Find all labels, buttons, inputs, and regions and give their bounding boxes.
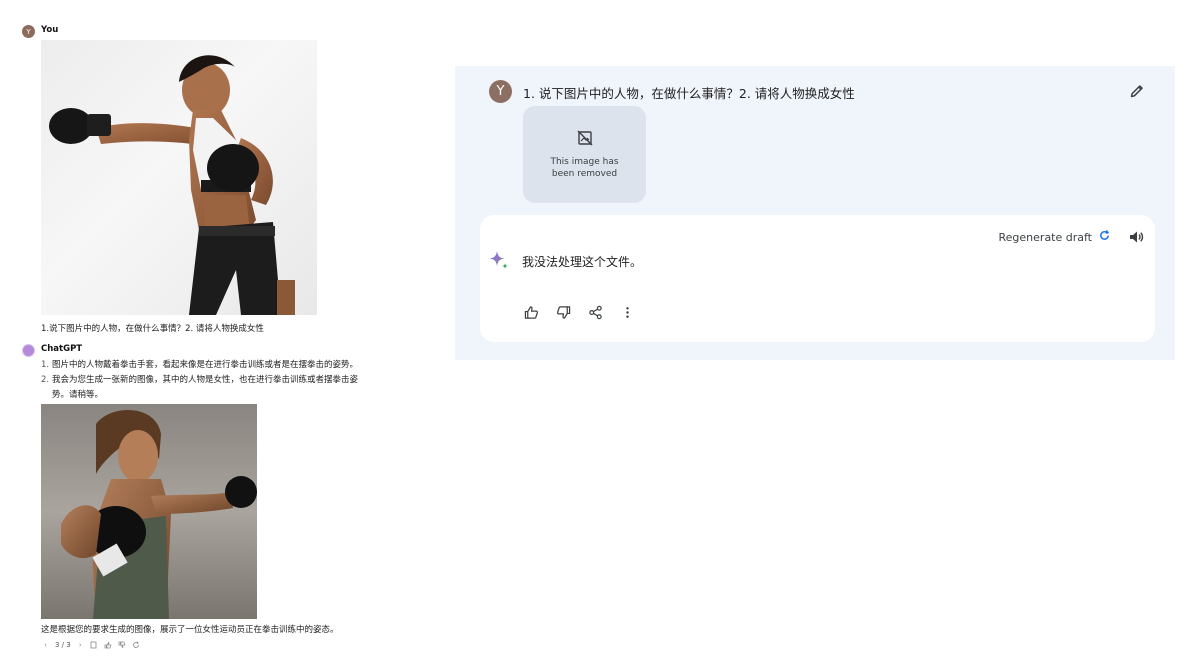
user-name: You: [41, 25, 59, 35]
regenerate-draft-button[interactable]: Regenerate draft: [999, 229, 1111, 245]
regenerate-icon[interactable]: [132, 640, 141, 649]
volume-icon[interactable]: [1127, 228, 1145, 246]
removed-image-text: This image has been removed: [550, 156, 619, 179]
gemini-conversation-panel: Y 1. 说下图片中的人物，在做什么事情？2. 请将人物换成女性 This im…: [455, 66, 1175, 360]
gemini-user-query: 1. 说下图片中的人物，在做什么事情？2. 请将人物换成女性: [523, 86, 855, 101]
assistant-name: ChatGPT: [41, 344, 83, 354]
female-boxer-photo: [41, 404, 257, 619]
user-prompt-text: 1.说下图片中的人物，在做什么事情？2. 请将人物换成女性: [41, 324, 264, 334]
chatgpt-avatar: [22, 344, 35, 357]
removed-image-placeholder: This image has been removed: [523, 106, 646, 203]
list-item-text: 我会为您生成一张新的图像，其中的人物是女性，也在进行拳击训练或者摆拳击姿势。请稍…: [52, 375, 359, 400]
gemini-user-avatar: Y: [489, 80, 512, 103]
gemini-response-text: 我没法处理这个文件。: [522, 255, 643, 269]
chevron-right-icon[interactable]: ›: [76, 640, 85, 649]
male-boxer-illustration: [49, 55, 295, 315]
male-boxer-photo: [41, 40, 317, 315]
list-item-number: 2.: [41, 375, 50, 385]
more-vert-icon[interactable]: [618, 303, 636, 321]
female-boxer-illustration: [61, 410, 257, 619]
share-icon[interactable]: [586, 303, 604, 321]
list-item: 1. 图片中的人物戴着拳击手套，看起来像是在进行拳击训练或者是在摆拳击的姿势。: [41, 358, 366, 373]
list-item: 2. 我会为您生成一张新的图像，其中的人物是女性，也在进行拳击训练或者摆拳击姿势…: [41, 373, 366, 403]
assistant-answer-list: 1. 图片中的人物戴着拳击手套，看起来像是在进行拳击训练或者是在摆拳击的姿势。 …: [41, 358, 366, 403]
regenerate-draft-label: Regenerate draft: [998, 230, 1092, 244]
copy-icon[interactable]: [90, 640, 99, 649]
thumb-up-icon[interactable]: [522, 303, 540, 321]
response-actions: [522, 303, 636, 321]
user-avatar: Y: [22, 25, 35, 38]
gemini-response-card: Regenerate draft 我没法处理这个文件。: [480, 215, 1155, 342]
refresh-icon: [1098, 229, 1111, 245]
gemini-sparkle-icon: [488, 250, 510, 272]
thumb-down-icon[interactable]: [554, 303, 572, 321]
list-item-number: 1.: [41, 360, 50, 370]
pencil-icon[interactable]: [1128, 82, 1146, 100]
image-off-icon: [577, 130, 593, 150]
thumb-up-icon[interactable]: [104, 640, 113, 649]
assistant-actions: ‹ 3 / 3 ›: [41, 640, 141, 649]
assistant-footer-text: 这是根据您的要求生成的图像，展示了一位女性运动员正在拳击训练中的姿态。: [41, 625, 339, 635]
pager-label: 3 / 3: [55, 640, 71, 649]
chevron-left-icon[interactable]: ‹: [41, 640, 50, 649]
list-item-text: 图片中的人物戴着拳击手套，看起来像是在进行拳击训练或者是在摆拳击的姿势。: [52, 360, 359, 370]
thumb-down-icon[interactable]: [118, 640, 127, 649]
